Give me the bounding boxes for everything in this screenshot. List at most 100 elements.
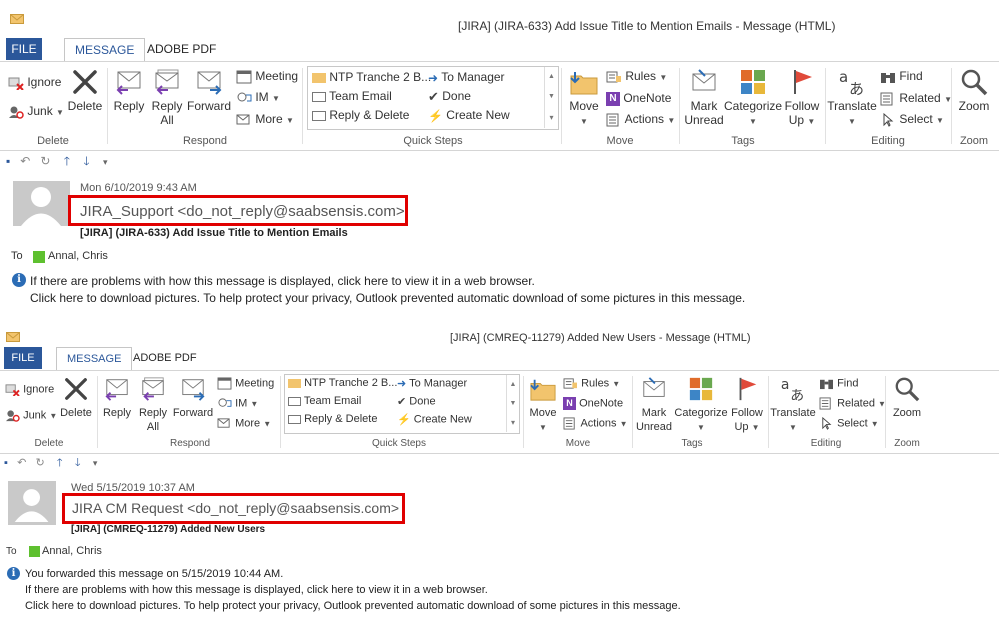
junk-button[interactable]: Junk ▼ <box>5 409 57 422</box>
recipient-name[interactable]: Annal, Chris <box>48 250 108 262</box>
zoom-button[interactable]: Zoom <box>888 376 926 420</box>
group-label-editing: Editing <box>871 135 905 147</box>
related-button[interactable]: Related ▼ <box>819 397 886 410</box>
quick-step-done[interactable]: ✔ Done <box>397 395 436 408</box>
reply-all-button[interactable]: Reply All <box>148 68 186 127</box>
redo-icon[interactable]: ↻ <box>35 457 44 469</box>
more-button[interactable]: More ▼ <box>217 417 271 430</box>
message-window-2: [JIRA] (CMREQ-11279) Added New Users - M… <box>0 326 999 624</box>
onenote-button[interactable]: N OneNote <box>606 91 671 106</box>
find-button[interactable]: Find <box>880 69 923 84</box>
quick-step-done[interactable]: ✔ Done <box>428 89 471 105</box>
quick-step-team-email[interactable]: Team Email <box>312 89 392 103</box>
gallery-expand[interactable]: ▾ <box>506 413 519 432</box>
gallery-scroll-down[interactable]: ▼ <box>506 394 519 413</box>
zoom-button[interactable]: Zoom <box>954 68 994 113</box>
reply-button[interactable]: Reply <box>110 68 148 113</box>
move-button[interactable]: Move ▼ <box>526 376 560 435</box>
save-icon[interactable]: ▪ <box>6 154 10 168</box>
undo-icon[interactable]: ↶ <box>17 457 26 469</box>
ignore-button[interactable]: Ignore <box>5 383 54 396</box>
tab-adobe-pdf[interactable]: ADOBE PDF <box>137 38 226 60</box>
rules-button[interactable]: Rules ▼ <box>606 69 667 84</box>
delete-icon <box>65 378 87 400</box>
undo-icon[interactable]: ↶ <box>20 154 30 168</box>
follow-up-button[interactable]: Follow Up ▼ <box>782 68 822 129</box>
tab-message[interactable]: MESSAGE <box>56 347 133 370</box>
rules-button[interactable]: Rules ▼ <box>563 377 620 390</box>
forward-button[interactable]: Forward <box>186 68 232 113</box>
actions-label: Actions <box>580 417 617 430</box>
mark-unread-button[interactable]: Mark Unread <box>634 376 674 434</box>
redo-icon[interactable]: ↻ <box>40 154 50 168</box>
quick-step-reply-delete[interactable]: Reply & Delete <box>312 108 409 122</box>
reply-button[interactable]: Reply <box>99 376 135 420</box>
junk-label: Junk <box>27 104 53 118</box>
gallery-expand[interactable]: ▾ <box>544 107 558 128</box>
quick-step-to-manager[interactable]: ➜ To Manager <box>428 70 505 85</box>
message-subject: [JIRA] (JIRA-633) Add Issue Title to Men… <box>80 227 348 239</box>
arrow-down-icon[interactable]: 🡓 <box>83 154 89 168</box>
info-bar-line[interactable]: If there are problems with how this mess… <box>30 274 535 288</box>
categorize-button[interactable]: Categorize ▼ <box>724 68 782 129</box>
onenote-button[interactable]: N OneNote <box>563 397 623 410</box>
arrow-up-icon[interactable]: 🡑 <box>57 457 63 469</box>
info-bar-line[interactable]: Click here to download pictures. To help… <box>30 291 745 305</box>
meeting-button[interactable]: Meeting <box>217 377 274 390</box>
zoom-label: Zoom <box>892 407 922 419</box>
tab-message[interactable]: MESSAGE <box>64 38 146 61</box>
follow-up-button[interactable]: Follow Up ▼ <box>729 376 765 435</box>
reply-label: Reply <box>102 407 132 419</box>
forward-button[interactable]: Forward <box>171 376 215 420</box>
translate-button[interactable]: aあ Translate ▼ <box>768 376 818 435</box>
gallery-scroll-down[interactable]: ▼ <box>544 87 558 107</box>
customize-qat-icon[interactable]: ▾ <box>93 458 98 468</box>
gallery-scroll-up[interactable]: ▲ <box>544 67 558 87</box>
envelope-icon <box>312 91 326 102</box>
customize-qat-icon[interactable]: ▾ <box>103 157 108 167</box>
quick-step-create-new[interactable]: ⚡ Create New <box>428 108 510 123</box>
save-icon[interactable]: ▪ <box>4 457 8 469</box>
recipient-name[interactable]: Annal, Chris <box>42 545 102 557</box>
tab-adobe-pdf[interactable]: ADOBE PDF <box>123 347 207 369</box>
categorize-button[interactable]: Categorize ▼ <box>673 376 729 435</box>
quick-access-toolbar: ▪ ↶ ↻ 🡑 🡓 ▾ <box>4 454 97 473</box>
quick-step-team-email[interactable]: Team Email <box>288 395 361 407</box>
im-button[interactable]: IM ▼ <box>236 90 280 105</box>
quick-step-ntp-tranche[interactable]: NTP Tranche 2 B... <box>288 377 397 389</box>
group-separator <box>951 68 952 144</box>
select-button[interactable]: Select ▼ <box>880 112 944 127</box>
actions-button[interactable]: Actions ▼ <box>606 112 675 127</box>
arrow-down-icon[interactable]: 🡓 <box>75 457 81 469</box>
quick-step-create-new[interactable]: ⚡ Create New <box>397 413 472 426</box>
arrow-up-icon[interactable]: 🡑 <box>64 154 70 168</box>
quick-step-ntp-tranche[interactable]: NTP Tranche 2 B... <box>312 70 431 84</box>
ignore-button[interactable]: Ignore <box>8 75 61 90</box>
info-bar-line[interactable]: Click here to download pictures. To help… <box>25 600 681 612</box>
delete-button[interactable]: Delete <box>58 376 94 420</box>
tab-file[interactable]: FILE <box>6 38 42 60</box>
find-button[interactable]: Find <box>819 377 858 390</box>
translate-button[interactable]: aあ Translate ▼ <box>826 68 878 129</box>
calendar-icon <box>217 377 232 390</box>
svg-text:a: a <box>781 377 790 393</box>
quick-step-label: Team Email <box>329 89 392 103</box>
im-button[interactable]: IM ▼ <box>217 397 258 410</box>
delete-button[interactable]: Delete <box>66 68 104 113</box>
move-button[interactable]: Move ▼ <box>566 68 602 129</box>
mark-unread-button[interactable]: Mark Unread <box>682 68 726 127</box>
gallery-scroll-up[interactable]: ▲ <box>506 375 519 394</box>
reply-all-button[interactable]: Reply All <box>135 376 171 434</box>
quick-step-to-manager[interactable]: ➜ To Manager <box>397 377 467 390</box>
info-bar-line[interactable]: If there are problems with how this mess… <box>25 584 488 596</box>
quick-step-reply-delete[interactable]: Reply & Delete <box>288 413 377 425</box>
quick-step-label: Create New <box>413 413 472 426</box>
related-button[interactable]: Related ▼ <box>880 91 952 106</box>
meeting-button[interactable]: Meeting <box>236 69 298 84</box>
actions-button[interactable]: Actions ▼ <box>563 417 628 430</box>
junk-button[interactable]: Junk ▼ <box>8 104 64 119</box>
more-button[interactable]: More ▼ <box>236 112 294 127</box>
mark-unread-icon <box>643 377 665 397</box>
tab-file[interactable]: FILE <box>4 347 42 369</box>
select-button[interactable]: Select ▼ <box>819 417 879 430</box>
